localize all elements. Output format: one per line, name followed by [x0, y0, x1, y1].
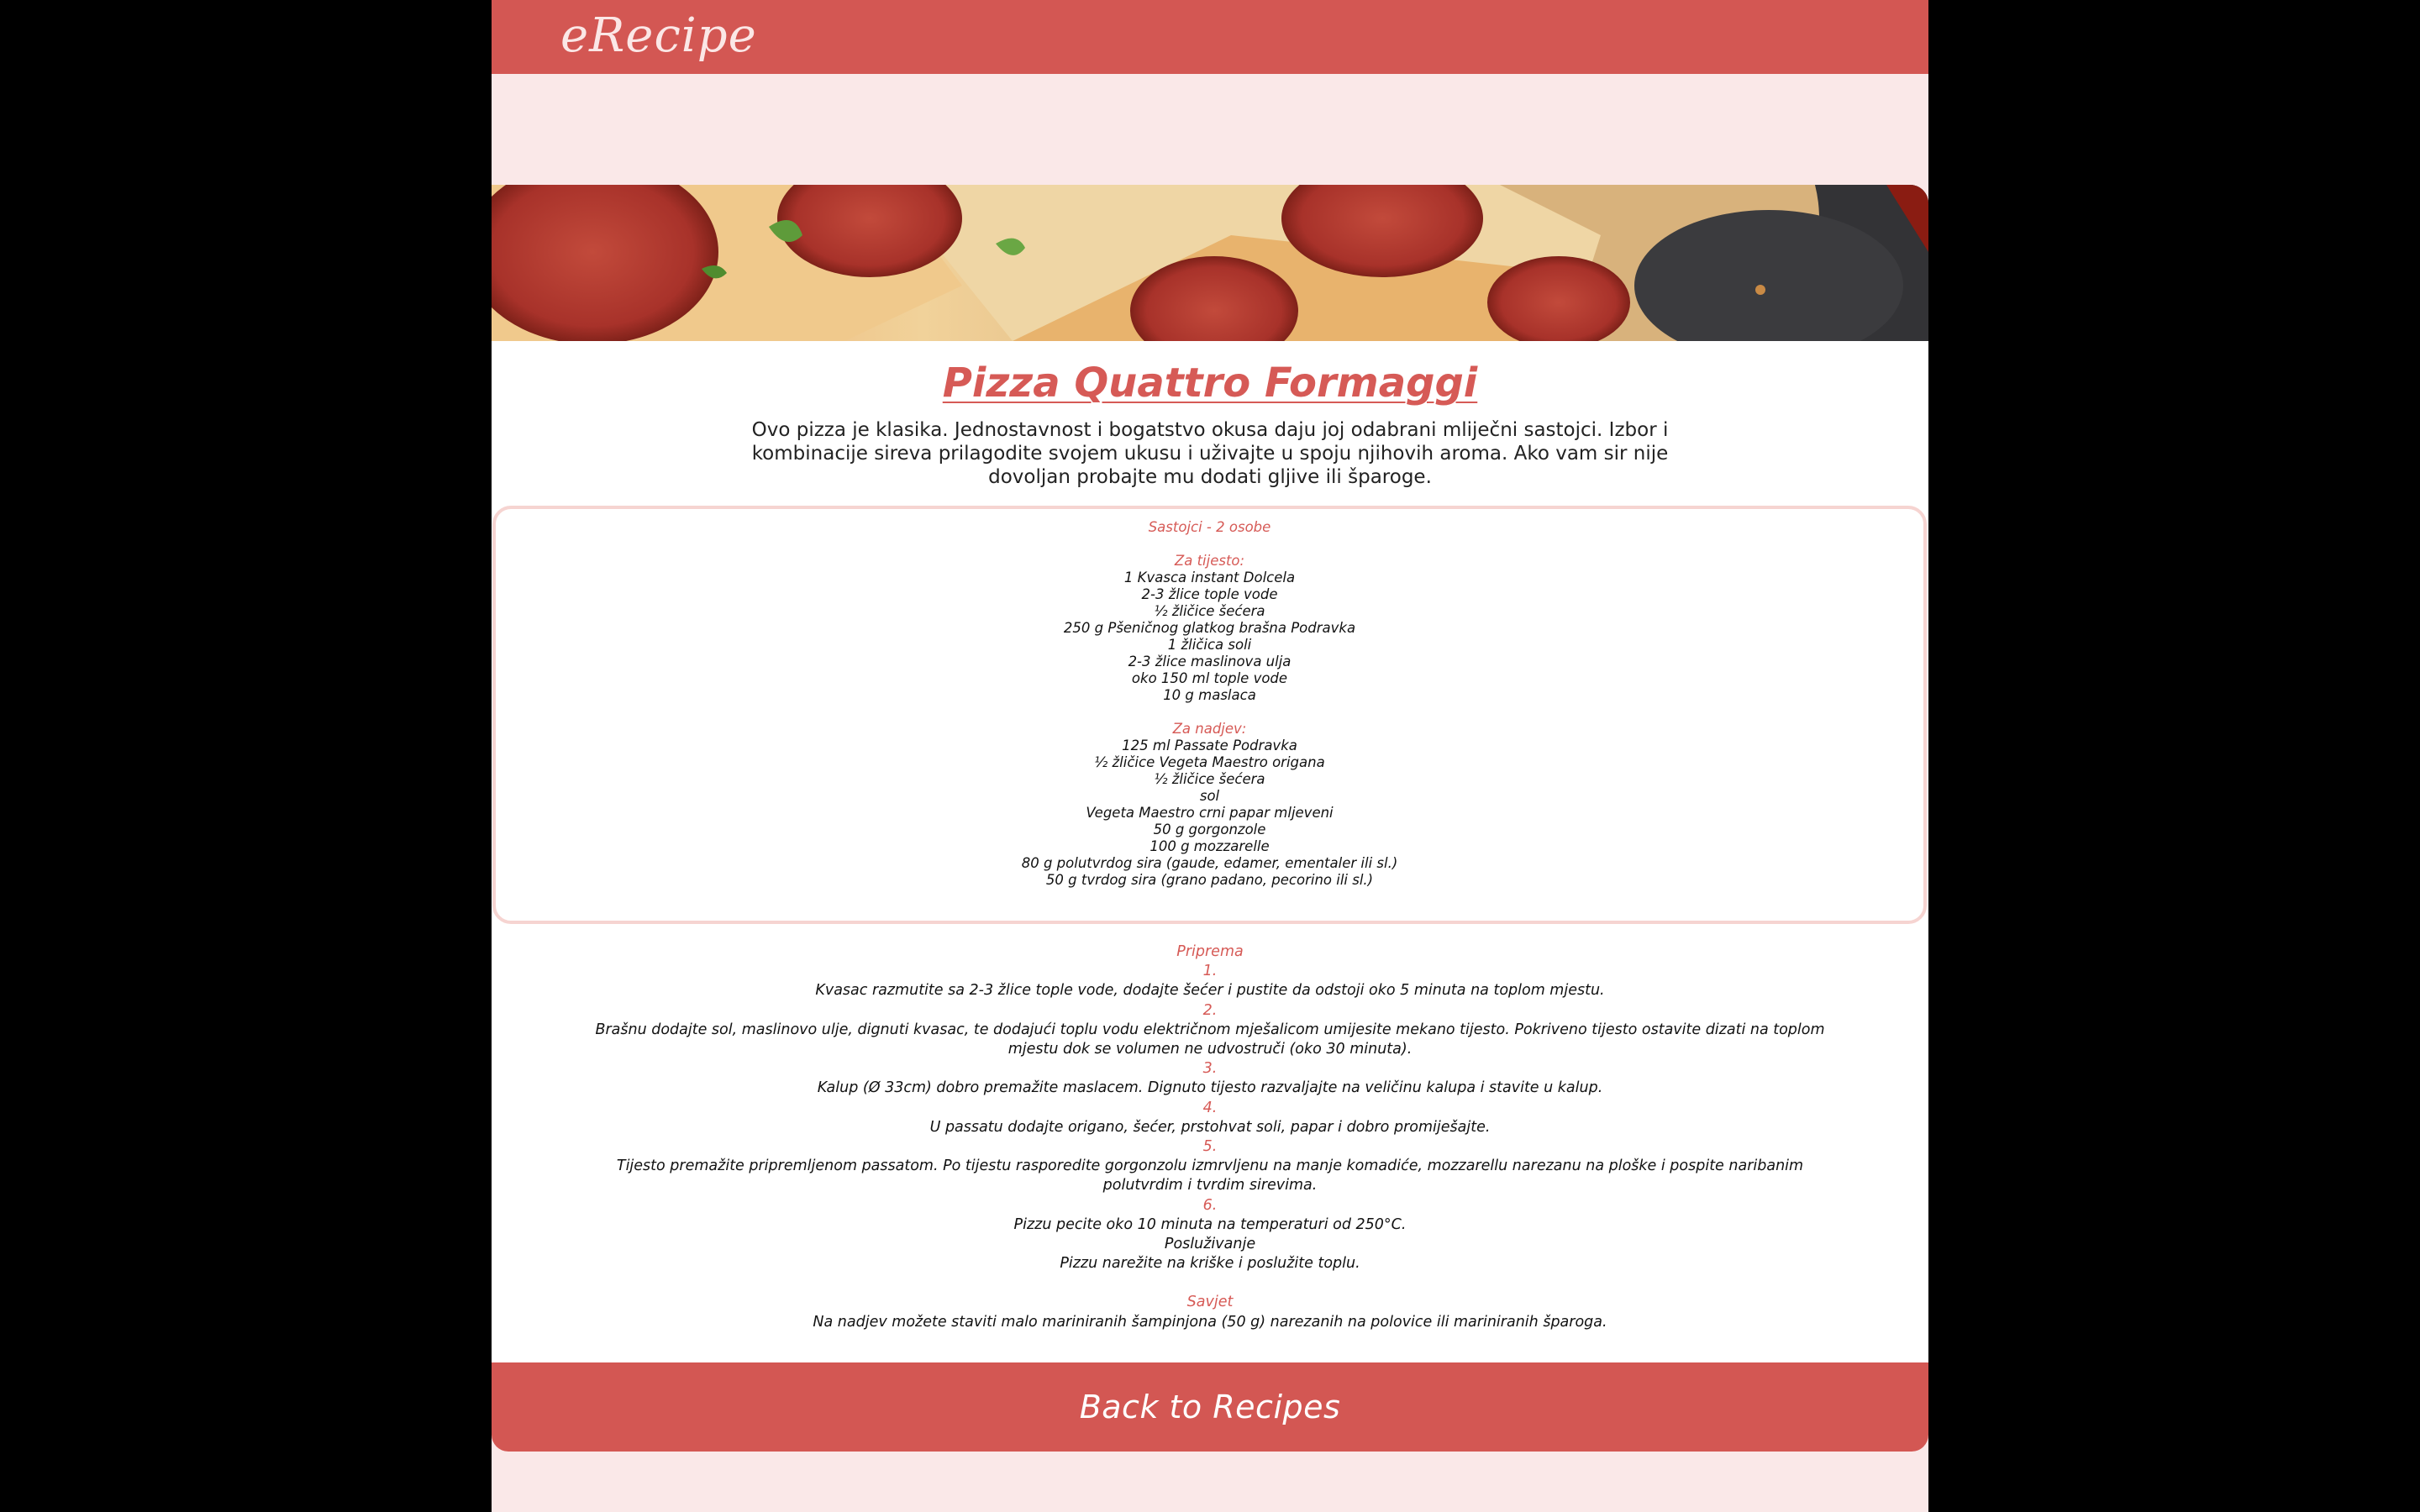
serving-text: Pizzu narežite na kriške i poslužite top…	[1060, 1255, 1360, 1273]
step-text: Kalup (Ø 33cm) dobro premažite maslacem.…	[817, 1079, 1603, 1097]
logo[interactable]: eRecipe	[560, 8, 757, 63]
serving-heading: Posluživanje	[1164, 1236, 1256, 1253]
back-button-label: Back to Recipes	[1079, 1389, 1341, 1425]
ingredient-item: 50 g tvrdog sira (grano padano, pecorino…	[1045, 872, 1374, 888]
ingredient-item: 10 g maslaca	[1163, 687, 1256, 703]
app-page: eRecipe Pizza Quattro Formaggi Ovo pizza…	[492, 0, 1928, 1512]
step-text: Brašnu dodajte sol, maslinovo ulje, dign…	[595, 1021, 1825, 1058]
top-navbar: eRecipe	[492, 0, 1928, 74]
ingredient-item: sol	[1199, 788, 1220, 804]
recipe-title: Pizza Quattro Formaggi	[942, 360, 1478, 407]
step-text: U passatu dodajte origano, šećer, prstoh…	[929, 1118, 1491, 1136]
back-to-recipes-button[interactable]: Back to Recipes	[492, 1362, 1928, 1452]
recipe-content: Pizza Quattro Formaggi Ovo pizza je klas…	[492, 341, 1928, 1362]
ingredient-item: 80 g polutvrdog sira (gaude, edamer, eme…	[1021, 855, 1398, 871]
step-number: 1.	[1202, 963, 1218, 980]
preparation-section: Priprema 1. Kvasac razmutite sa 2-3 žlic…	[584, 942, 1836, 1332]
ingredient-item: 1 žličica soli	[1167, 637, 1252, 653]
ingredient-item: ½ žličice šećera	[1154, 771, 1265, 787]
recipe-intro: Ovo pizza je klasika. Jednostavnost i bo…	[751, 419, 1669, 488]
step-text: Pizzu pecite oko 10 minuta na temperatur…	[1013, 1215, 1407, 1233]
step-number: 4.	[1202, 1099, 1218, 1116]
step-text: Kvasac razmutite sa 2-3 žlice tople vode…	[815, 982, 1605, 1000]
step-number: 6.	[1202, 1196, 1218, 1214]
ingredient-item: 2-3 žlice tople vode	[1141, 586, 1278, 602]
ingredient-item: ½ žličice Vegeta Maestro origana	[1094, 754, 1325, 770]
ingredient-item: ½ žličice šećera	[1154, 603, 1265, 619]
ingredients-heading: Sastojci - 2 osobe	[1148, 519, 1271, 535]
filling-label: Za nadjev:	[1172, 721, 1247, 737]
step-number: 3.	[1202, 1060, 1218, 1078]
step-number: 5.	[1202, 1138, 1218, 1156]
ingredient-item: oko 150 ml tople vode	[1131, 670, 1288, 686]
ingredient-item: 100 g mozzarelle	[1150, 838, 1270, 854]
ingredient-item: Vegeta Maestro crni papar mljeveni	[1086, 805, 1334, 821]
step-text: Tijesto premažite pripremljenom passatom…	[616, 1158, 1804, 1194]
ingredient-item: 1 Kvasca instant Dolcela	[1123, 570, 1296, 585]
ingredient-item: 2-3 žlice maslinova ulja	[1128, 654, 1292, 669]
tip-text: Na nadjev možete staviti malo marinirani…	[813, 1313, 1607, 1331]
ingredient-item: 125 ml Passate Podravka	[1122, 738, 1297, 753]
step-number: 2.	[1202, 1001, 1218, 1019]
ingredient-item: 50 g gorgonzole	[1153, 822, 1266, 837]
dough-label: Za tijesto:	[1174, 553, 1245, 569]
ingredients-box: Sastojci - 2 osobe Za tijesto: 1 Kvasca …	[492, 506, 1927, 924]
preparation-heading: Priprema	[1176, 943, 1244, 960]
recipe-banner-image	[492, 185, 1928, 341]
tip-heading: Savjet	[1186, 1294, 1234, 1311]
ingredient-item: 250 g Pšeničnog glatkog brašna Podravka	[1063, 620, 1356, 636]
